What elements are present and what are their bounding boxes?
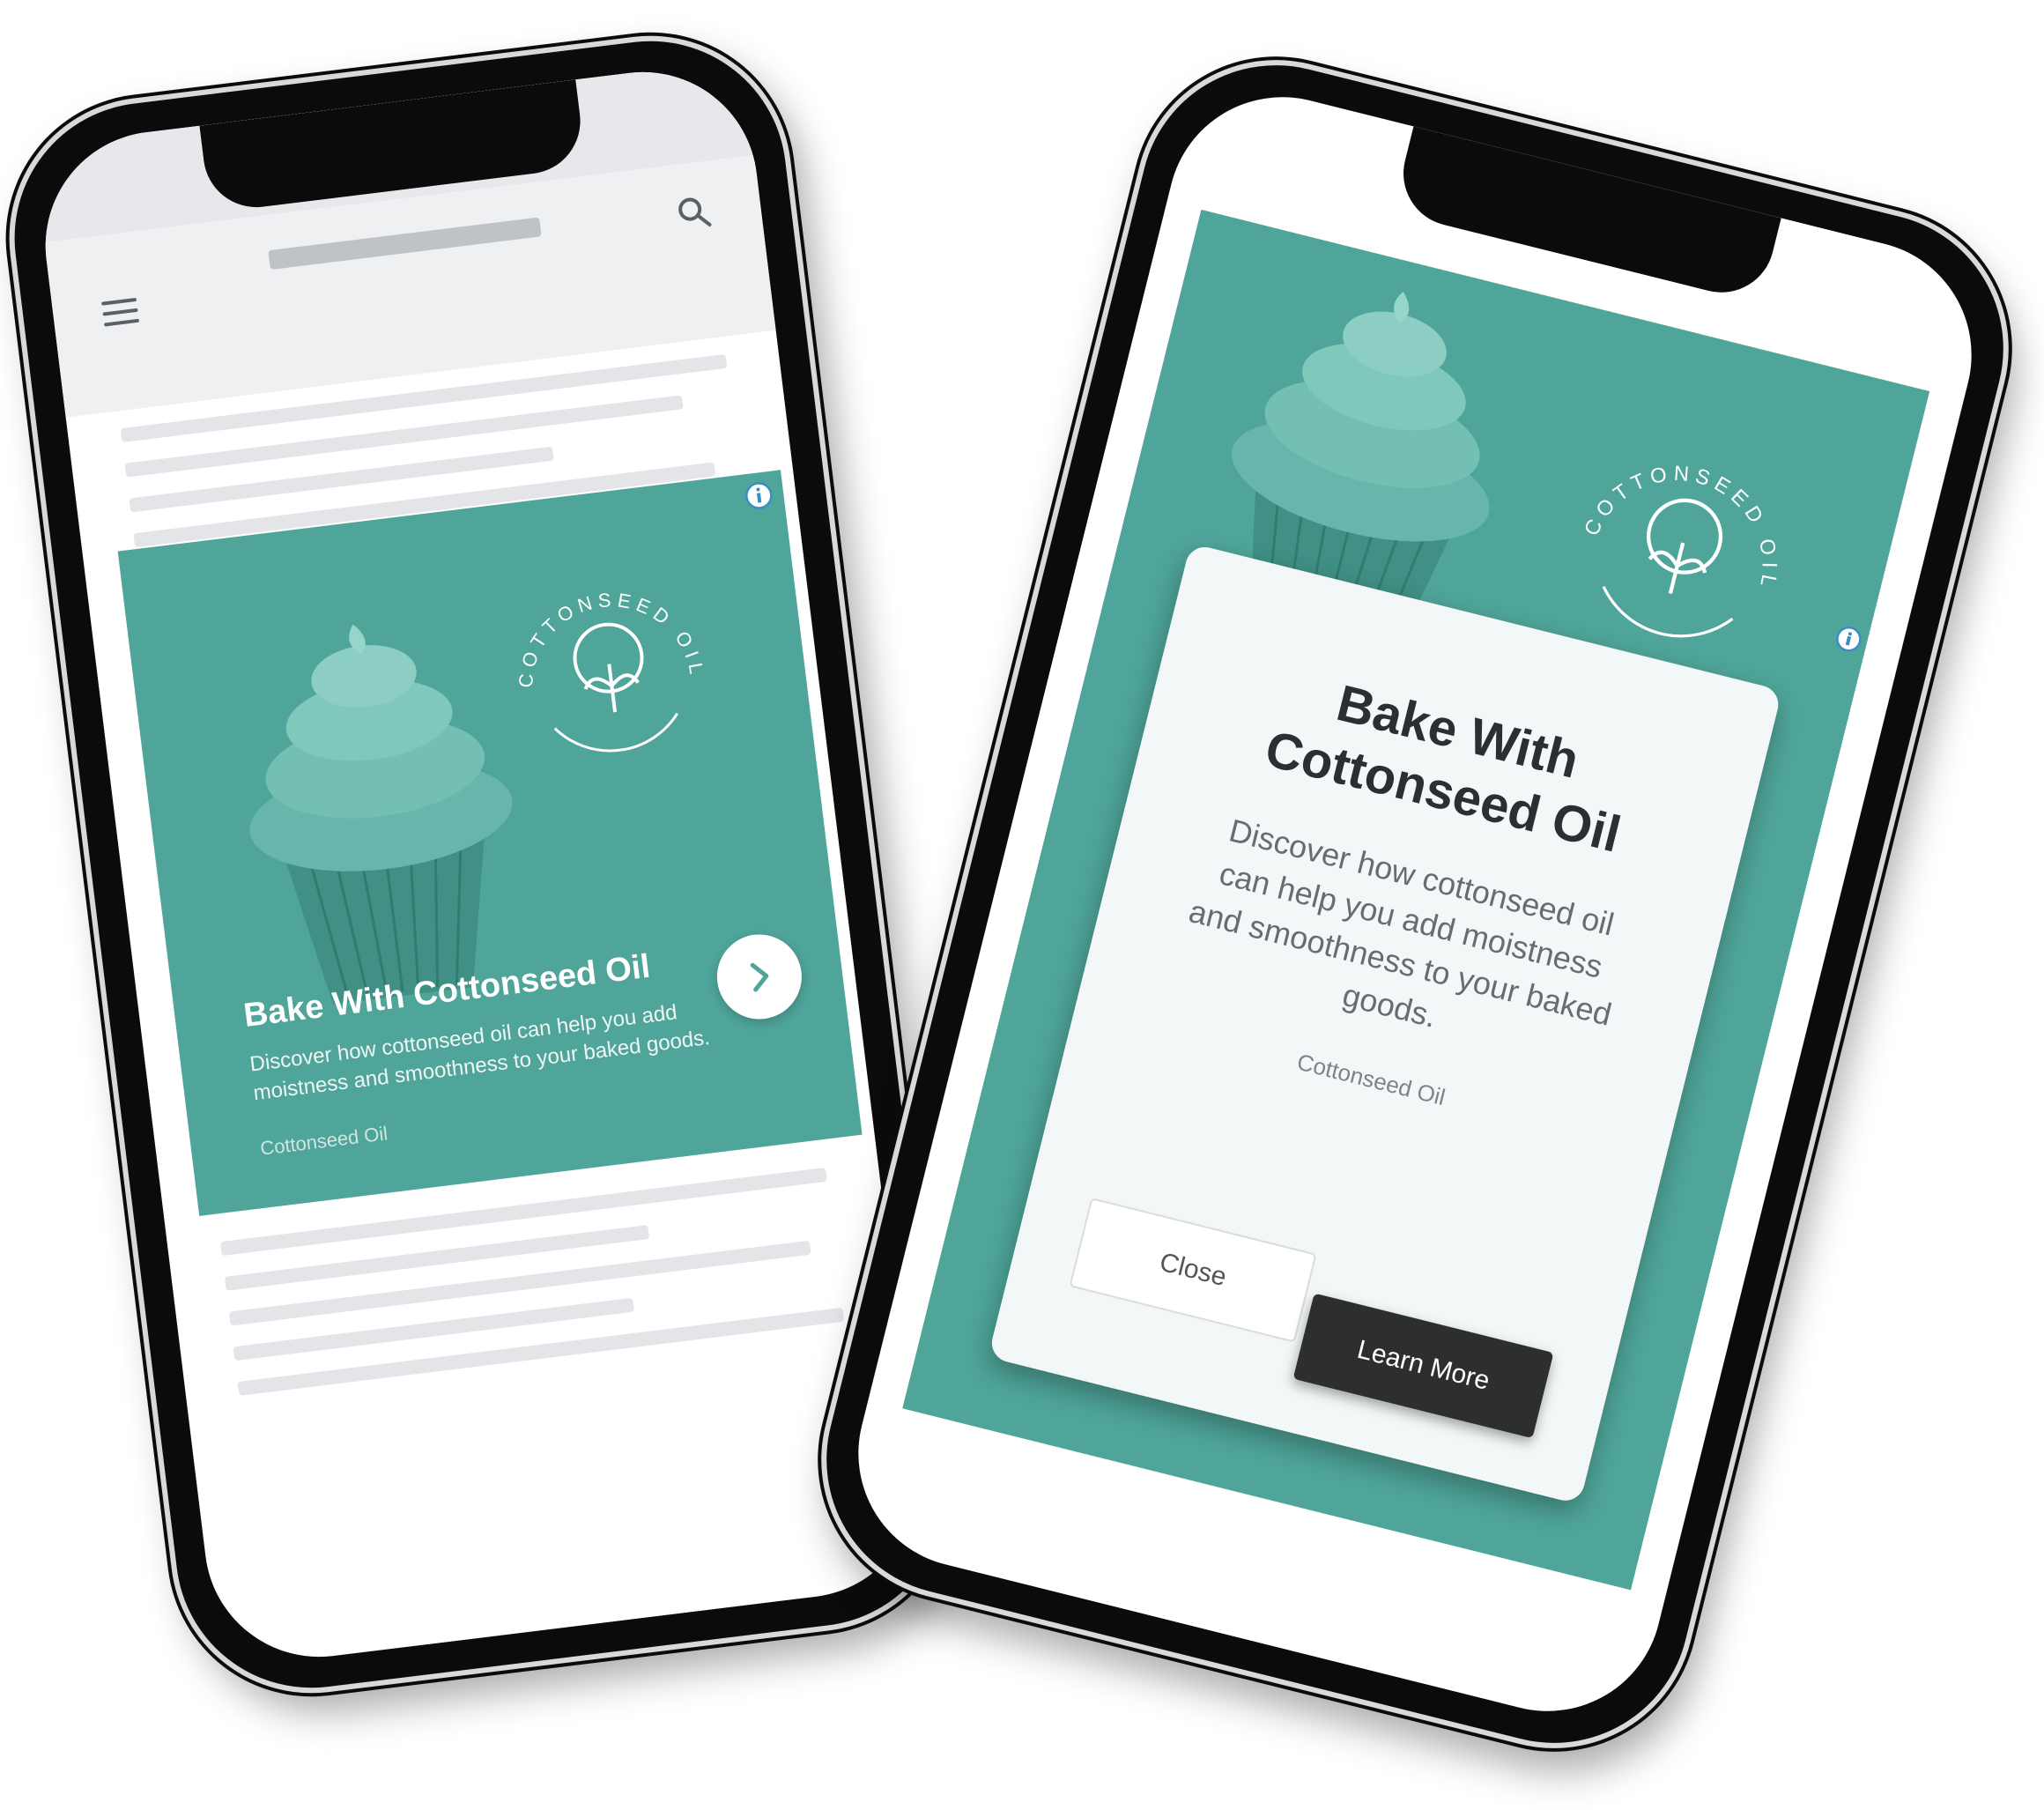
phone-right: COTTONSEED OIL Bake With Cottonseed Oil … (791, 30, 2039, 1778)
cottonseed-oil-logo: COTTONSEED OIL (504, 577, 708, 753)
menu-icon[interactable] (101, 297, 140, 329)
page-title-placeholder (268, 217, 542, 271)
search-icon[interactable] (674, 193, 714, 233)
ad-brand: Cottonseed Oil (258, 1122, 389, 1160)
phone-left-screen: COTTONSEED OIL Bake With Cottonseed Oil … (32, 59, 930, 1670)
phone-right-screen: COTTONSEED OIL Bake With Cottonseed Oil … (833, 72, 1996, 1736)
learn-more-button[interactable]: Learn More (1292, 1293, 1554, 1439)
info-icon[interactable] (1833, 623, 1864, 655)
info-icon[interactable] (744, 480, 775, 512)
ad-dialog: Bake With Cottonseed Oil Discover how co… (988, 543, 1783, 1505)
chevron-right-icon (750, 962, 769, 992)
banner-ad[interactable]: COTTONSEED OIL Bake With Cottonseed Oil … (117, 470, 863, 1216)
interstitial-ad: COTTONSEED OIL Bake With Cottonseed Oil … (902, 209, 1930, 1591)
close-button[interactable]: Close (1069, 1197, 1317, 1343)
content-placeholder-bottom (219, 1167, 847, 1417)
